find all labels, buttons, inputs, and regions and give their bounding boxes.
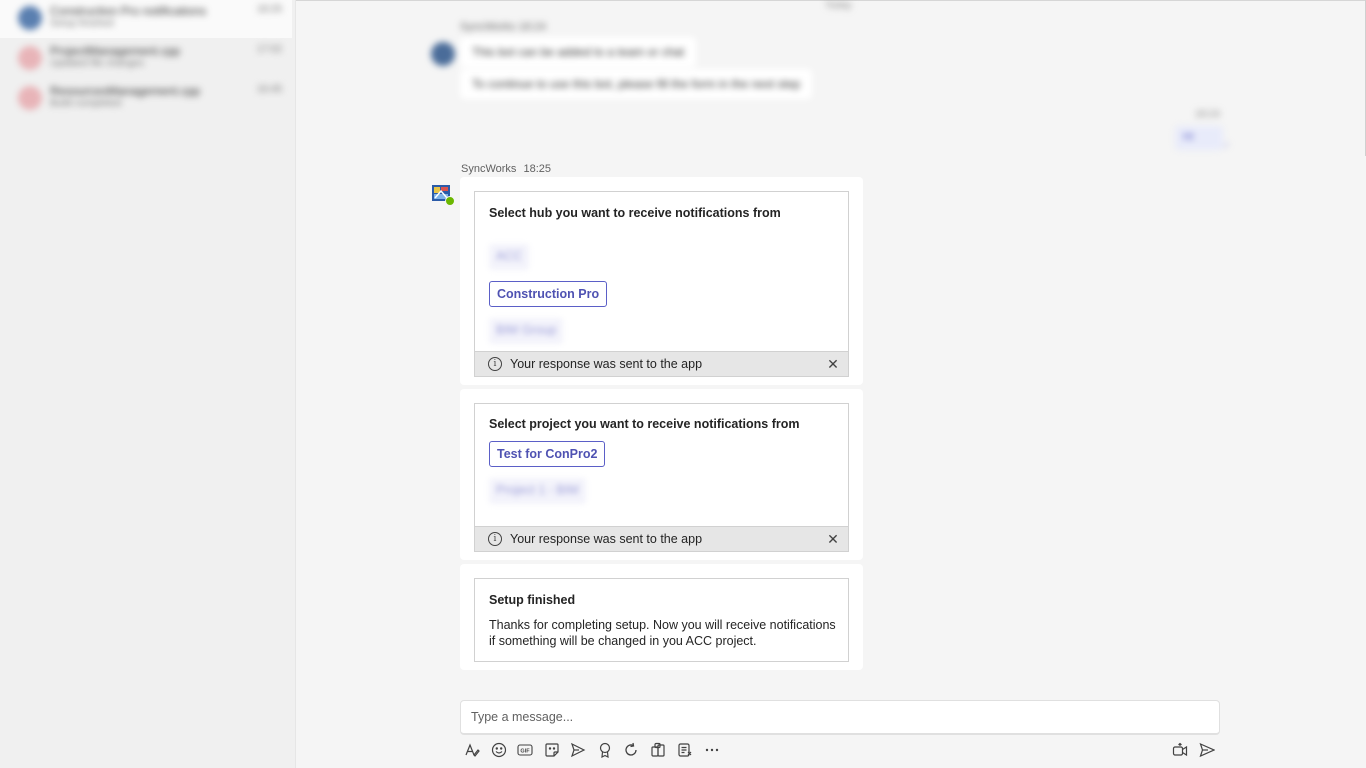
chat-avatar xyxy=(18,6,42,30)
stream-icon[interactable] xyxy=(675,740,695,760)
svg-text:GIF: GIF xyxy=(520,748,530,754)
chat-time: 18:25 xyxy=(256,4,282,15)
info-icon: i xyxy=(488,357,502,371)
project-option-button[interactable]: Project 1 - BIM xyxy=(489,478,586,504)
message-time: 18:24 xyxy=(518,21,547,33)
format-icon[interactable] xyxy=(462,740,482,760)
message-time: 18:24 xyxy=(1195,109,1221,120)
message-meta: SyncWorks 18:24 xyxy=(460,21,546,33)
message-input[interactable] xyxy=(461,701,1219,733)
chat-preview: Build completed xyxy=(50,98,122,109)
apps-icon[interactable] xyxy=(648,740,668,760)
chat-list-sidebar: Construction Pro notifications Setup fin… xyxy=(0,0,296,768)
chat-avatar xyxy=(18,46,42,70)
hub-option-button-selected[interactable]: Construction Pro xyxy=(489,281,608,307)
avatar xyxy=(431,42,455,66)
chat-list-item[interactable]: ProjectManagement.cpp Updated file chang… xyxy=(0,40,292,78)
message-bubble: To continue to use this bot, please fill… xyxy=(460,69,813,99)
adaptive-card-hub: Select hub you want to receive notificat… xyxy=(474,191,849,377)
message-bubble: Setup finished Thanks for completing set… xyxy=(460,564,863,670)
presence-available-icon xyxy=(445,196,455,206)
message-bubble: Select project you want to receive notif… xyxy=(460,389,863,560)
sender-name: SyncWorks xyxy=(461,163,517,175)
chat-title: ResourcesManagement.cpp xyxy=(50,84,201,98)
own-message-bubble: Hi xyxy=(1175,126,1223,150)
sender-name: SyncWorks xyxy=(460,21,516,33)
chat-list-item[interactable]: Construction Pro notifications Setup fin… xyxy=(0,0,292,38)
status-text: Your response was sent to the app xyxy=(510,532,703,546)
message-meta: SyncWorks 18:25 xyxy=(461,163,555,175)
project-option-button-selected[interactable]: Test for ConPro2 xyxy=(489,441,606,467)
schedule-icon[interactable] xyxy=(568,740,588,760)
adaptive-card-project: Select project you want to receive notif… xyxy=(474,403,849,552)
response-status-bar: i Your response was sent to the app ✕ xyxy=(475,351,848,376)
chat-time: 17:02 xyxy=(256,44,282,55)
card-title: Select hub you want to receive notificat… xyxy=(489,206,781,220)
message-bubble: This bot can be added to a team or chat xyxy=(460,37,697,67)
info-icon: i xyxy=(488,532,502,546)
card-title: Setup finished xyxy=(489,593,576,607)
close-icon[interactable]: ✕ xyxy=(825,355,841,373)
praise-icon[interactable] xyxy=(595,740,615,760)
chat-pane: Today SyncWorks 18:24 This bot can be ad… xyxy=(297,0,1366,768)
hub-option-button[interactable]: ACC xyxy=(489,244,530,270)
date-divider: Today xyxy=(825,0,852,11)
status-text: Your response was sent to the app xyxy=(510,357,703,371)
chat-time: 16:45 xyxy=(256,84,282,95)
card-title: Select project you want to receive notif… xyxy=(489,417,800,431)
emoji-icon[interactable] xyxy=(489,740,509,760)
more-icon[interactable] xyxy=(702,740,722,760)
chat-title: Construction Pro notifications xyxy=(50,4,207,18)
message-time: 18:25 xyxy=(523,163,552,175)
loop-icon[interactable] xyxy=(621,740,641,760)
response-status-bar: i Your response was sent to the app ✕ xyxy=(475,526,848,551)
chat-preview: Setup finished xyxy=(50,18,114,29)
card-body-text: Thanks for completing setup. Now you wil… xyxy=(489,618,836,648)
chat-preview: Updated file changes xyxy=(50,58,144,69)
read-receipt-icon: ✓ xyxy=(1223,140,1231,150)
hub-option-button[interactable]: BIM Group xyxy=(489,318,564,344)
message-compose-box[interactable] xyxy=(460,700,1220,735)
chat-title: ProjectManagement.cpp xyxy=(50,44,181,58)
chat-avatar xyxy=(18,86,42,110)
adaptive-card-setup: Setup finished Thanks for completing set… xyxy=(474,578,849,662)
gif-icon[interactable]: GIF xyxy=(515,740,535,760)
close-icon[interactable]: ✕ xyxy=(825,530,841,548)
video-clip-icon[interactable] xyxy=(1170,740,1190,760)
sticker-icon[interactable] xyxy=(542,740,562,760)
chat-list-item[interactable]: ResourcesManagement.cpp Build completed … xyxy=(0,80,292,118)
send-icon[interactable] xyxy=(1197,740,1217,760)
message-bubble: Select hub you want to receive notificat… xyxy=(460,177,863,385)
